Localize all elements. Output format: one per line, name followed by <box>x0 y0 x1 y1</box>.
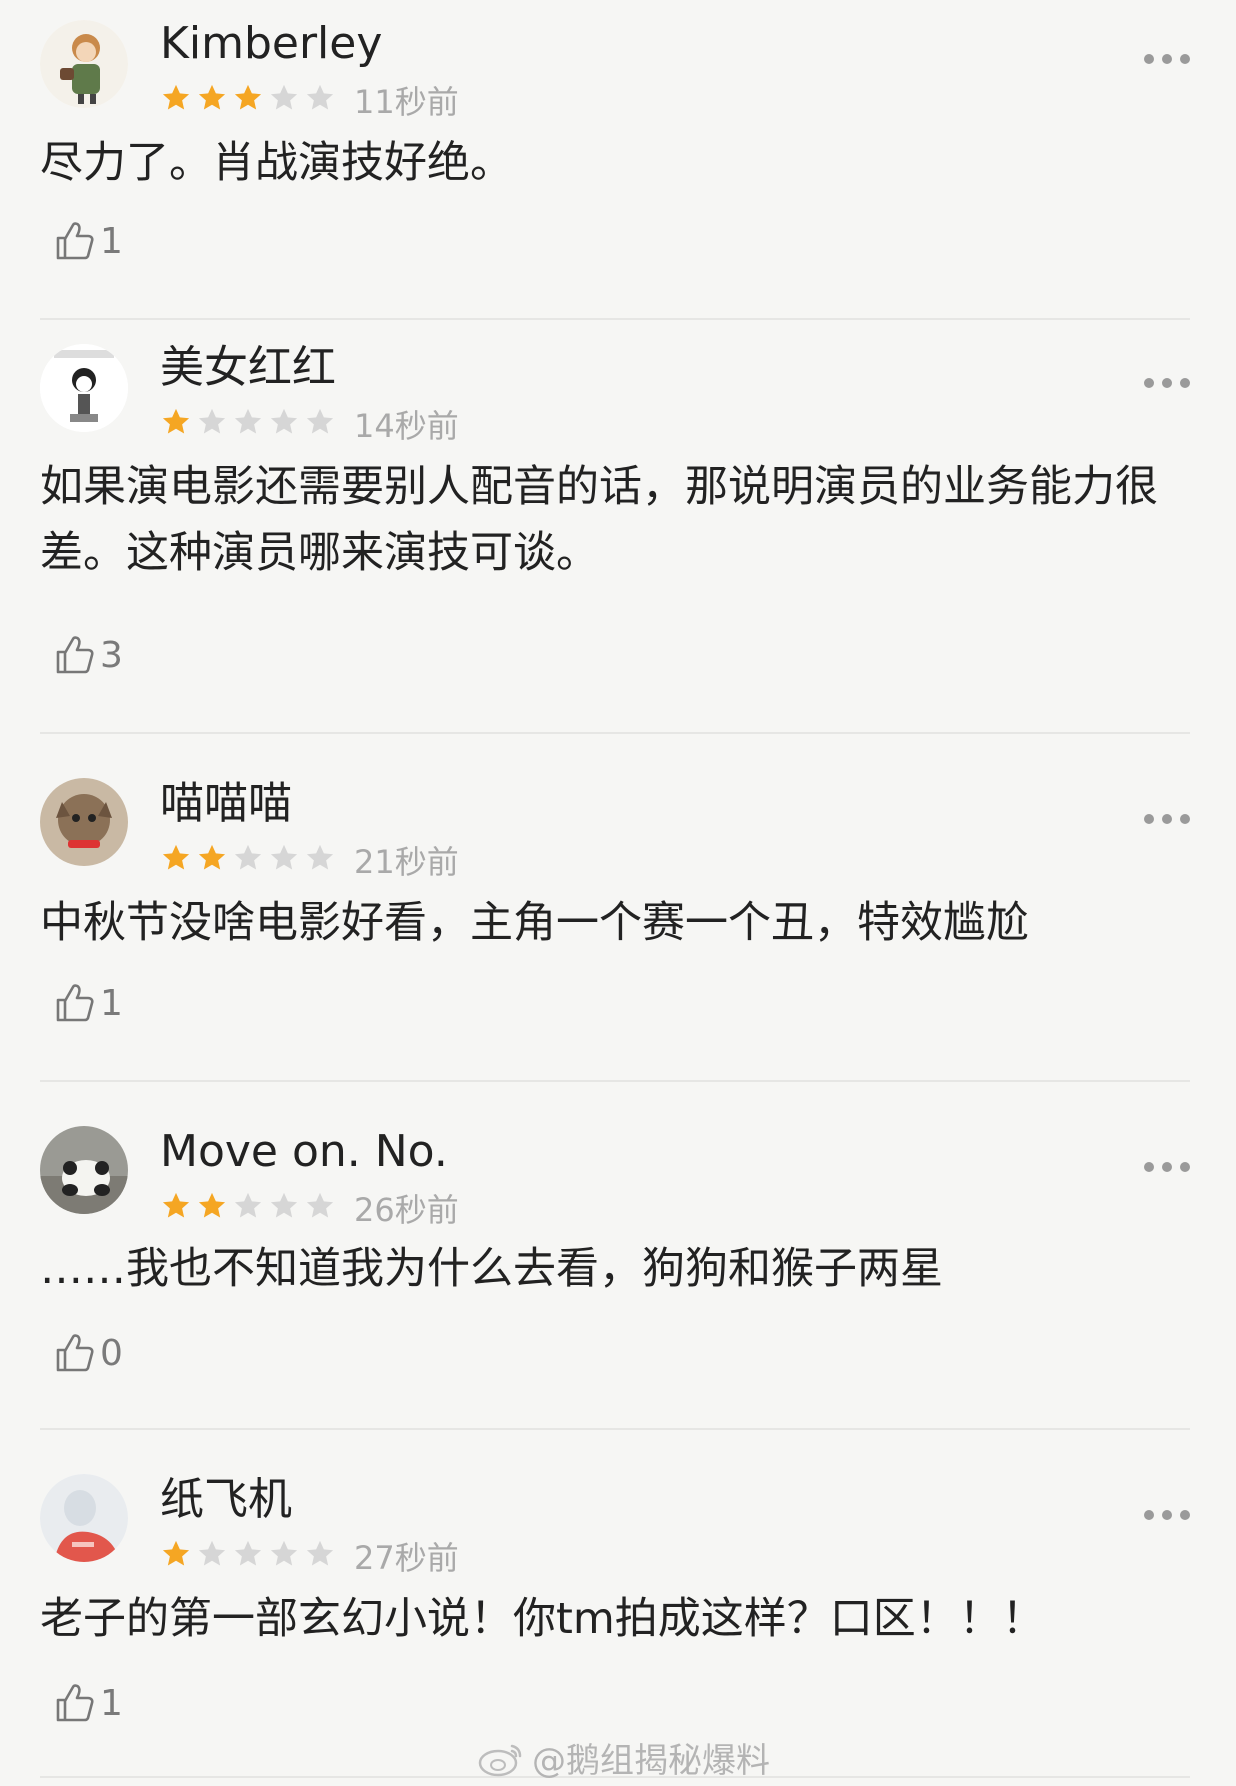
star-empty-icon <box>196 406 232 442</box>
like-button[interactable]: 1 <box>52 1680 123 1726</box>
like-count: 1 <box>100 220 123 262</box>
star-rating <box>160 406 340 442</box>
star-empty-icon <box>232 406 268 442</box>
user-avatar[interactable] <box>40 778 128 866</box>
timestamp: 26秒前 <box>354 1191 459 1229</box>
panda-avatar <box>40 1126 128 1214</box>
user-avatar[interactable] <box>40 1474 128 1562</box>
star-empty-icon <box>268 1190 304 1226</box>
star-filled-icon <box>160 406 196 442</box>
star-empty-icon <box>196 1538 232 1574</box>
review-item: 喵喵喵 21秒前 中秋节没啥电影好看，主角一个赛一个丑，特效尴尬 1 <box>0 734 1236 1082</box>
rating-row: 26秒前 <box>160 1186 459 1230</box>
cartoon-boy-avatar <box>40 20 128 108</box>
star-empty-icon <box>304 842 340 878</box>
thumbs-up-icon <box>56 1684 94 1722</box>
star-rating <box>160 842 340 878</box>
star-rating <box>160 1538 340 1574</box>
star-empty-icon <box>268 406 304 442</box>
star-filled-icon <box>160 842 196 878</box>
review-text: 尽力了。肖战演技好绝。 <box>40 138 513 188</box>
like-count: 1 <box>100 982 123 1024</box>
username[interactable]: 美女红红 <box>160 340 336 396</box>
star-empty-icon <box>232 842 268 878</box>
username[interactable]: Kimberley <box>160 16 382 72</box>
timestamp: 21秒前 <box>354 843 459 881</box>
review-text: 老子的第一部玄幻小说！你tm拍成这样？口区！！！ <box>40 1594 1045 1644</box>
like-button[interactable]: 1 <box>52 980 123 1026</box>
timestamp: 27秒前 <box>354 1539 459 1577</box>
rating-row: 11秒前 <box>160 78 459 122</box>
more-options-button[interactable] <box>1144 1156 1190 1178</box>
thumbs-up-icon <box>56 984 94 1022</box>
rating-row: 14秒前 <box>160 402 459 446</box>
star-filled-icon <box>160 1538 196 1574</box>
review-item: 纸飞机 27秒前 老子的第一部玄幻小说！你tm拍成这样？口区！！！ 1 <box>0 1430 1236 1778</box>
timestamp: 14秒前 <box>354 407 459 445</box>
like-count: 1 <box>100 1682 123 1724</box>
more-options-button[interactable] <box>1144 808 1190 830</box>
star-filled-icon <box>196 1190 232 1226</box>
watermark: @鹅组揭秘爆料 <box>476 1733 770 1782</box>
review-text: ……我也不知道我为什么去看，狗狗和猴子两星 <box>40 1244 943 1294</box>
like-button[interactable]: 0 <box>52 1330 123 1376</box>
rating-row: 21秒前 <box>160 838 459 882</box>
girl-illustration-avatar <box>40 1474 128 1562</box>
star-empty-icon <box>304 1538 340 1574</box>
meme-avatar <box>40 344 128 432</box>
star-rating <box>160 82 340 118</box>
watermark-text: @鹅组揭秘爆料 <box>532 1741 770 1781</box>
more-options-button[interactable] <box>1144 48 1190 70</box>
username[interactable]: Move on. No. <box>160 1124 448 1180</box>
star-empty-icon <box>304 406 340 442</box>
thumbs-up-icon <box>56 636 94 674</box>
star-empty-icon <box>232 1190 268 1226</box>
star-filled-icon <box>160 1190 196 1226</box>
username[interactable]: 喵喵喵 <box>160 776 292 832</box>
user-avatar[interactable] <box>40 1126 128 1214</box>
star-empty-icon <box>304 82 340 118</box>
star-filled-icon <box>196 82 232 118</box>
user-avatar[interactable] <box>40 20 128 108</box>
star-filled-icon <box>232 82 268 118</box>
like-count: 0 <box>100 1332 123 1374</box>
user-avatar[interactable] <box>40 344 128 432</box>
star-filled-icon <box>196 842 232 878</box>
review-item: Move on. No. 26秒前 ……我也不知道我为什么去看，狗狗和猴子两星 … <box>0 1082 1236 1430</box>
review-text: 中秋节没啥电影好看，主角一个赛一个丑，特效尴尬 <box>40 898 1029 948</box>
star-empty-icon <box>268 842 304 878</box>
review-item: 美女红红 14秒前 如果演电影还需要别人配音的话，那说明演员的业务能力很差。这种… <box>0 320 1236 734</box>
username[interactable]: 纸飞机 <box>160 1472 292 1528</box>
star-rating <box>160 1190 340 1226</box>
more-options-button[interactable] <box>1144 1504 1190 1526</box>
star-empty-icon <box>268 82 304 118</box>
like-count: 3 <box>100 634 123 676</box>
review-item: Kimberley 11秒前 尽力了。肖战演技好绝。 1 <box>0 0 1236 320</box>
review-list: Kimberley 11秒前 尽力了。肖战演技好绝。 1 美女红红 14秒前 如… <box>0 0 1236 1778</box>
star-empty-icon <box>268 1538 304 1574</box>
weibo-logo-icon <box>478 1744 522 1776</box>
more-options-button[interactable] <box>1144 372 1190 394</box>
like-button[interactable]: 3 <box>52 632 123 678</box>
cat-avatar <box>40 778 128 866</box>
like-button[interactable]: 1 <box>52 218 123 264</box>
thumbs-up-icon <box>56 222 94 260</box>
star-empty-icon <box>304 1190 340 1226</box>
star-empty-icon <box>232 1538 268 1574</box>
review-text: 如果演电影还需要别人配音的话，那说明演员的业务能力很差。这种演员哪来演技可谈。 <box>40 462 1158 578</box>
rating-row: 27秒前 <box>160 1534 459 1578</box>
thumbs-up-icon <box>56 1334 94 1372</box>
star-filled-icon <box>160 82 196 118</box>
timestamp: 11秒前 <box>354 83 459 121</box>
